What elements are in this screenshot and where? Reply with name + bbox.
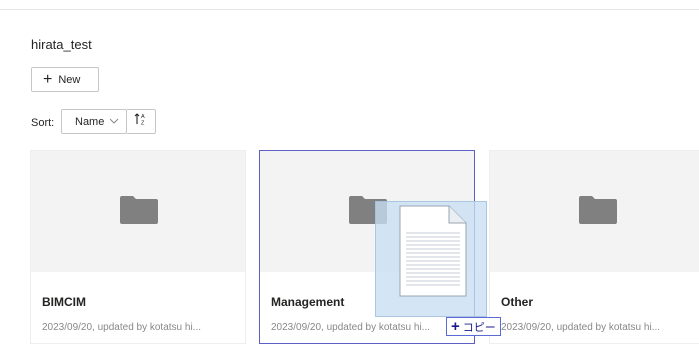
folder-icon	[120, 196, 158, 229]
new-button-label: New	[58, 73, 81, 86]
sort-direction-button[interactable]: A Z	[127, 109, 156, 134]
folder-card-other[interactable]: Other 2023/09/20, updated by kotatsu hi.…	[489, 150, 699, 344]
new-button[interactable]: + New	[31, 67, 99, 92]
folder-name: Other	[501, 295, 534, 309]
sort-label: Sort:	[31, 117, 55, 129]
folder-meta: 2023/09/20, updated by kotatsu hi...	[501, 322, 661, 333]
copy-plus-icon: +	[451, 318, 460, 335]
svg-text:Z: Z	[141, 121, 145, 127]
folder-thumbnail	[490, 151, 699, 272]
sort-dropdown[interactable]: Name	[61, 109, 127, 134]
sort-ascending-icon: A Z	[134, 112, 148, 131]
top-divider	[0, 0, 699, 10]
sort-selected-value: Name	[75, 115, 105, 128]
page-title: hirata_test	[31, 37, 92, 52]
copy-drag-badge: + コピー	[446, 317, 501, 336]
folder-icon	[579, 196, 617, 229]
document-icon	[399, 205, 467, 302]
folder-thumbnail	[31, 151, 245, 272]
folder-name: BIMCIM	[42, 295, 86, 309]
chevron-down-icon	[109, 116, 119, 129]
folder-card-bimcim[interactable]: BIMCIM 2023/09/20, updated by kotatsu hi…	[30, 150, 246, 344]
folder-meta: 2023/09/20, updated by kotatsu hi...	[42, 322, 202, 333]
folder-name: Management	[271, 295, 345, 309]
svg-text:A: A	[141, 114, 145, 120]
plus-icon: +	[43, 70, 53, 88]
copy-badge-label: コピー	[462, 321, 496, 334]
folder-meta: 2023/09/20, updated by kotatsu hi...	[271, 322, 431, 333]
